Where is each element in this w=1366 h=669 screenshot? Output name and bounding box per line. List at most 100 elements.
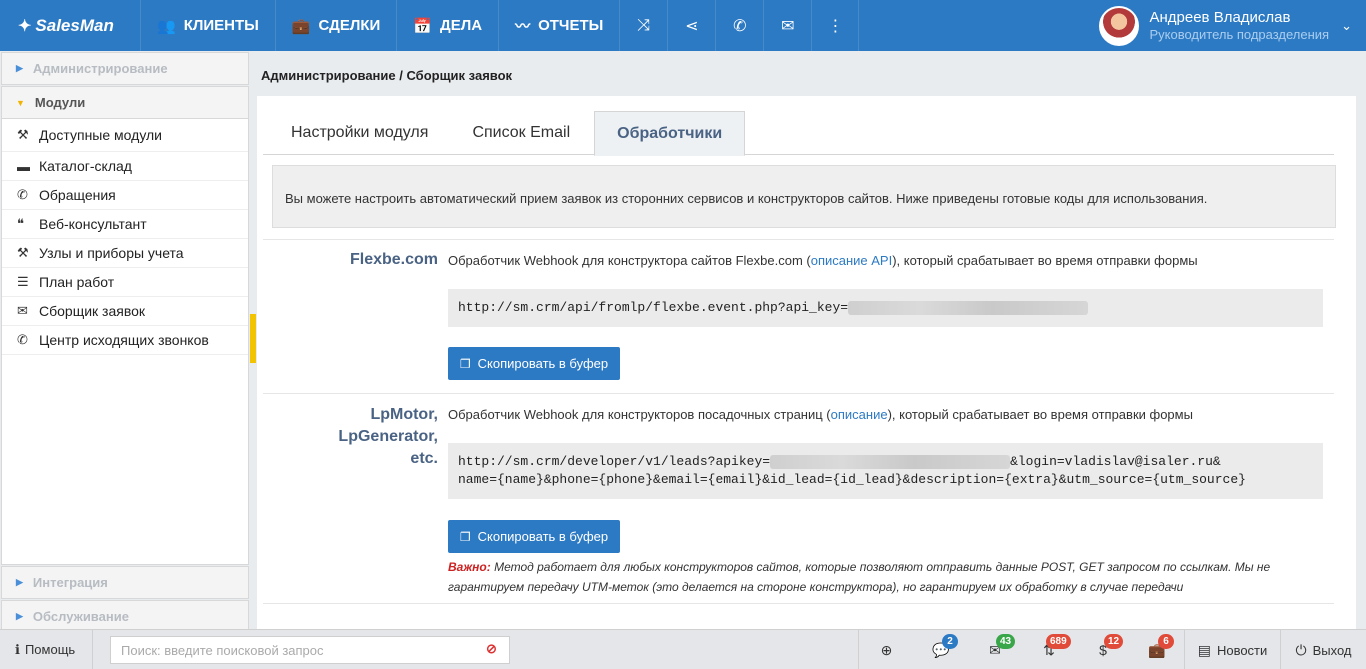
sidebar: ▶ Администрирование ▼ Модули ⚒ Доступные… [0, 51, 250, 633]
list-icon: ☰ [17, 274, 29, 289]
power-icon: ⏻ [1295, 641, 1307, 658]
comments-button[interactable]: 💬 2 [914, 630, 968, 669]
share-icon[interactable]: ⋖ [667, 0, 715, 51]
tools-icon: ⚒ [17, 127, 29, 142]
leads-button[interactable]: ⇅ 689 [1022, 630, 1076, 669]
sidebar-section-integration[interactable]: ▶ Интеграция [1, 566, 249, 599]
notification-badge: 43 [996, 634, 1016, 649]
sidebar-item-label: Веб-консультант [39, 216, 147, 232]
app-logo[interactable]: ✦ SalesMan [0, 0, 140, 51]
sidebar-section-admin[interactable]: ▶ Администрирование [1, 52, 249, 85]
phone-icon[interactable]: ✆ [715, 0, 763, 51]
nav-clients-label: КЛИЕНТЫ [183, 17, 259, 34]
note-label: Важно: [448, 560, 491, 574]
shuffle-icon[interactable]: ⤨ [619, 0, 667, 51]
sidebar-item-label: Доступные модули [39, 127, 162, 143]
payments-button[interactable]: $ 12 [1076, 630, 1130, 669]
nav-deals-label: СДЕЛКИ [318, 17, 381, 34]
important-note: Важно: Метод работает для любых конструк… [448, 557, 1318, 597]
redacted-api-key [770, 454, 1011, 469]
webhook-url-text: &login=vladislav@isaler.ru& [1010, 454, 1221, 469]
sidebar-item-label: Каталог-склад [39, 158, 132, 174]
search-input[interactable] [110, 636, 510, 664]
sidebar-item-available-modules[interactable]: ⚒ Доступные модули [2, 119, 248, 152]
chat-icon: ❝ [17, 216, 24, 231]
add-button[interactable]: ⊕ [858, 630, 914, 669]
nav-deals[interactable]: 💼 СДЕЛКИ [274, 0, 396, 51]
bottom-actions: ⊕ 💬 2 ✉ 43 ⇅ 689 $ 12 💼 6 ▤ Новости ⏻ Вы… [858, 630, 1366, 669]
divider [263, 393, 1334, 394]
sidebar-item-web-consultant[interactable]: ❝ Веб-консультант [2, 210, 248, 239]
main-nav: 👥 КЛИЕНТЫ 💼 СДЕЛКИ 📅 ДЕЛА 〰 ОТЧЕТЫ ⤨ ⋖ ✆… [140, 0, 860, 51]
box-icon: ▬ [17, 158, 30, 174]
sidebar-item-call-center[interactable]: ✆ Центр исходящих звонков [2, 326, 248, 355]
handler-name-line: LpMotor, [370, 406, 438, 423]
tab-email-list[interactable]: Список Email [450, 111, 592, 154]
sidebar-toggle-handle[interactable] [250, 314, 256, 363]
phone-square-icon: ✆ [17, 187, 28, 202]
nav-reports[interactable]: 〰 ОТЧЕТЫ [498, 0, 619, 51]
webhook-url-text: http://sm.crm/developer/v1/leads?apikey= [458, 454, 771, 469]
handler-name-lpmotor: LpMotor, LpGenerator, etc. [318, 404, 438, 470]
caret-right-icon: ▶ [16, 63, 23, 73]
sidebar-item-work-plan[interactable]: ☰ План работ [2, 268, 248, 297]
tab-module-settings[interactable]: Настройки модуля [263, 111, 450, 154]
sidebar-module-list: ⚒ Доступные модули ▬ Каталог-склад ✆ Обр… [1, 119, 249, 565]
nav-tasks[interactable]: 📅 ДЕЛА [396, 0, 498, 51]
logout-button[interactable]: ⏻ Выход [1280, 630, 1366, 669]
handler-name-line: etc. [410, 450, 438, 467]
sidebar-item-meters[interactable]: ⚒ Узлы и приборы учета [2, 239, 248, 268]
logout-label: Выход [1312, 642, 1352, 658]
briefcase-icon: 💼 [291, 17, 311, 35]
user-role: Руководитель подразделения [1149, 26, 1330, 42]
api-description-link[interactable]: описание API [811, 253, 893, 268]
nav-clients[interactable]: 👥 КЛИЕНТЫ [140, 0, 275, 51]
nav-reports-label: ОТЧЕТЫ [538, 17, 604, 34]
info-box: Вы можете настроить автоматический прием… [272, 165, 1336, 228]
copy-button-label: Скопировать в буфер [477, 356, 609, 371]
sidebar-section-label: Обслуживание [32, 609, 129, 624]
description-link[interactable]: описание [831, 407, 888, 422]
more-icon[interactable]: ⋮ [811, 0, 860, 51]
divider [263, 239, 1334, 240]
sidebar-item-requests[interactable]: ✆ Обращения [2, 181, 248, 210]
webhook-url-flexbe[interactable]: http://sm.crm/api/fromlp/flexbe.event.ph… [448, 289, 1323, 327]
notification-badge: 12 [1104, 634, 1124, 649]
handler-desc-text: ), который срабатывает во время отправки… [892, 253, 1198, 268]
sidebar-item-label: Обращения [39, 187, 116, 203]
handler-description-lpmotor: Обработчик Webhook для конструкторов пос… [448, 407, 1193, 422]
sidebar-item-label: Центр исходящих звонков [39, 332, 209, 348]
news-button[interactable]: ▤ Новости [1184, 630, 1280, 669]
note-text: Метод работает для любых конструкторов с… [448, 560, 1271, 594]
tab-handlers[interactable]: Обработчики [594, 111, 746, 156]
plus-circle-icon: ⊕ [880, 641, 893, 658]
deals-button[interactable]: 💼 6 [1130, 630, 1184, 669]
chart-icon: 〰 [515, 18, 531, 35]
clear-search-icon[interactable]: ⊘ [486, 641, 497, 657]
sidebar-section-modules[interactable]: ▼ Модули [1, 86, 249, 119]
handler-desc-text: Обработчик Webhook для конструкторов пос… [448, 407, 831, 422]
copy-icon: ❐ [459, 356, 471, 371]
divider [263, 603, 1334, 604]
copy-icon: ❐ [459, 529, 471, 544]
sidebar-item-label: План работ [39, 274, 115, 290]
sidebar-item-label: Сборщик заявок [39, 303, 146, 319]
help-button[interactable]: ℹ Помощь [0, 629, 93, 669]
copy-button-flexbe[interactable]: ❐ Скопировать в буфер [448, 347, 620, 380]
bottom-bar: ℹ Помощь ⊘ ⊕ 💬 2 ✉ 43 ⇅ 689 $ 12 💼 6 ▤ [0, 629, 1366, 669]
webhook-url-lpmotor[interactable]: http://sm.crm/developer/v1/leads?apikey=… [448, 443, 1323, 499]
handler-description-flexbe: Обработчик Webhook для конструктора сайт… [448, 253, 1198, 268]
nav-tasks-label: ДЕЛА [440, 17, 483, 34]
webhook-url-text: http://sm.crm/api/fromlp/flexbe.event.ph… [458, 300, 849, 315]
sidebar-section-label: Интеграция [32, 575, 108, 590]
copy-button-lpmotor[interactable]: ❐ Скопировать в буфер [448, 520, 620, 553]
user-menu[interactable]: Андреев Владислав Руководитель подраздел… [1099, 0, 1366, 51]
help-label: Помощь [24, 642, 76, 657]
copy-button-label: Скопировать в буфер [477, 529, 609, 544]
sidebar-item-lead-collector[interactable]: ✉ Сборщик заявок [2, 297, 248, 326]
main-panel: Настройки модуля Список Email Обработчик… [257, 96, 1356, 629]
sidebar-item-catalog[interactable]: ▬ Каталог-склад [2, 152, 248, 181]
messages-button[interactable]: ✉ 43 [968, 630, 1022, 669]
mail-icon[interactable]: ✉ [763, 0, 811, 51]
handler-name-line: LpGenerator, [338, 428, 438, 445]
